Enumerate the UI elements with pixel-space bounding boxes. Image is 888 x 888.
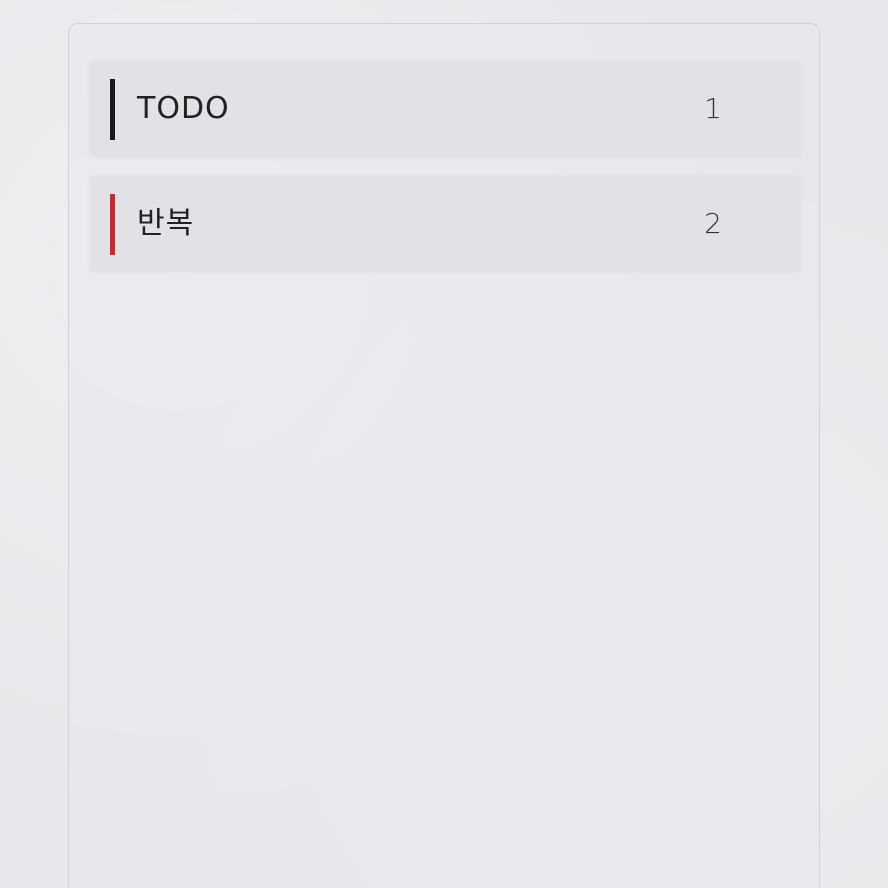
- category-accent-bar: [110, 79, 115, 140]
- category-list: TODO 1 반복 2: [90, 61, 800, 291]
- category-label: TODO: [137, 91, 230, 126]
- page: TODO 1 반복 2: [0, 0, 888, 888]
- category-item-repeat[interactable]: 반복 2: [90, 176, 800, 272]
- category-panel: TODO 1 반복 2: [68, 23, 820, 888]
- category-count: 1: [704, 92, 722, 125]
- category-count: 2: [704, 207, 722, 240]
- category-accent-bar: [110, 194, 115, 255]
- category-item-todo[interactable]: TODO 1: [90, 61, 800, 157]
- category-label: 반복: [137, 206, 195, 241]
